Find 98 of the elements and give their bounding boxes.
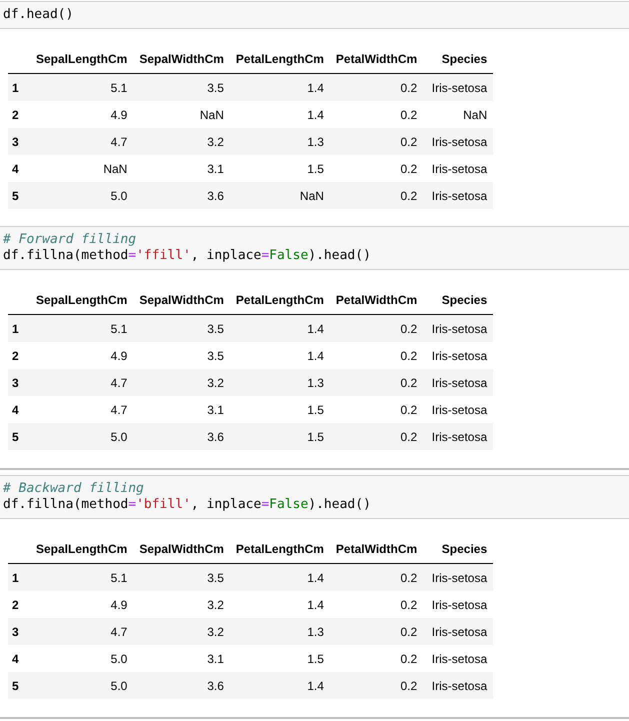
table-cell: Iris-setosa (423, 342, 494, 369)
row-index: 4 (8, 155, 30, 182)
code-line: df.head() (3, 7, 74, 23)
table-cell: NaN (30, 155, 134, 182)
table-cell: Iris-setosa (423, 155, 494, 182)
table-cell: 1.4 (230, 564, 330, 591)
table-cell: 4.9 (30, 342, 134, 369)
table-cell: 5.0 (30, 645, 134, 672)
table-cell: 3.1 (133, 396, 230, 423)
code-cell[interactable]: # Forward filling df.fillna(method='ffill', inplace=False).head() (0, 226, 629, 270)
table-cell: 4.7 (30, 618, 134, 645)
table-cell: 1.3 (230, 369, 330, 396)
code-line: df.fillna(method='ffill', inplace=False).head() (3, 248, 372, 264)
table-cell: Iris-setosa (423, 314, 494, 342)
code-line: # Backward filling (3, 481, 145, 497)
table-cell: Iris-setosa (423, 618, 494, 645)
row-index: 5 (8, 182, 30, 209)
table-cell: 4.9 (30, 101, 134, 128)
table-cell: 1.4 (230, 74, 330, 101)
row-index: 4 (8, 645, 30, 672)
table-cell: 5.0 (30, 182, 134, 209)
table-cell: 0.2 (330, 645, 424, 672)
row-index: 3 (8, 128, 30, 155)
table-cell: 3.5 (133, 314, 230, 342)
table-cell: 1.5 (230, 155, 330, 182)
table-cell: 4.7 (30, 396, 134, 423)
table-cell: 5.0 (30, 423, 134, 450)
table-cell: 3.5 (133, 342, 230, 369)
table-cell: 1.4 (230, 101, 330, 128)
row-index: 4 (8, 396, 30, 423)
table-cell: 0.2 (330, 101, 424, 128)
table-cell: 1.4 (230, 342, 330, 369)
table-cell: 1.4 (230, 591, 330, 618)
table-cell: 0.2 (330, 182, 424, 209)
table-cell: 1.3 (230, 128, 330, 155)
code-cell[interactable]: # Backward filling df.fillna(method='bfill', inplace=False).head() (0, 475, 629, 519)
table-cell: Iris-setosa (423, 128, 494, 155)
table-cell: 3.5 (133, 564, 230, 591)
table-cell: 1.4 (230, 314, 330, 342)
table-cell: NaN (133, 101, 230, 128)
table-cell: 3.6 (133, 672, 230, 699)
row-index: 5 (8, 672, 30, 699)
table-cell: 3.6 (133, 182, 230, 209)
table-cell: 5.1 (30, 564, 134, 591)
table-cell: 0.2 (330, 155, 424, 182)
table-cell: 5.1 (30, 314, 134, 342)
row-index: 2 (8, 342, 30, 369)
table-cell: 0.2 (330, 423, 424, 450)
row-index: 1 (8, 314, 30, 342)
table-cell: 1.4 (230, 672, 330, 699)
row-index: 5 (8, 423, 30, 450)
row-index: 2 (8, 101, 30, 128)
row-index: 1 (8, 564, 30, 591)
table-cell: 3.5 (133, 74, 230, 101)
table-cell: 3.2 (133, 128, 230, 155)
table-cell: Iris-setosa (423, 423, 494, 450)
table-cell: 0.2 (330, 591, 424, 618)
table-cell: 3.1 (133, 645, 230, 672)
table-cell: 0.2 (330, 314, 424, 342)
table-cell: 1.5 (230, 423, 330, 450)
table-cell: NaN (230, 182, 330, 209)
table-cell: 0.2 (330, 128, 424, 155)
table-cell: Iris-setosa (423, 645, 494, 672)
table-cell: 3.6 (133, 423, 230, 450)
table-cell: Iris-setosa (423, 672, 494, 699)
row-index: 1 (8, 74, 30, 101)
table-cell: 0.2 (330, 618, 424, 645)
table-cell: 0.2 (330, 74, 424, 101)
table-cell: 5.1 (30, 74, 134, 101)
table-cell: 0.2 (330, 564, 424, 591)
table-cell: 4.7 (30, 369, 134, 396)
table-cell: 3.2 (133, 618, 230, 645)
table-cell: Iris-setosa (423, 591, 494, 618)
table-cell: 3.2 (133, 369, 230, 396)
table-cell: 0.2 (330, 369, 424, 396)
table-cell: 1.5 (230, 645, 330, 672)
table-cell: 3.1 (133, 155, 230, 182)
table-cell: 0.2 (330, 672, 424, 699)
table-cell: Iris-setosa (423, 564, 494, 591)
table-cell: 1.5 (230, 396, 330, 423)
row-index: 3 (8, 369, 30, 396)
table-cell: 4.9 (30, 591, 134, 618)
table-cell: 1.3 (230, 618, 330, 645)
row-index: 2 (8, 591, 30, 618)
table-cell: 5.0 (30, 672, 134, 699)
table-cell: Iris-setosa (423, 369, 494, 396)
table-cell: 4.7 (30, 128, 134, 155)
table-cell: 0.2 (330, 342, 424, 369)
code-cell[interactable]: df.head() (0, 1, 629, 29)
table-cell: Iris-setosa (423, 74, 494, 101)
code-line: # Forward filling (3, 232, 138, 248)
table-cell: 3.2 (133, 591, 230, 618)
table-cell: NaN (423, 101, 494, 128)
table-cell: Iris-setosa (423, 396, 494, 423)
table-cell: 0.2 (330, 396, 424, 423)
row-index: 3 (8, 618, 30, 645)
code-line: df.fillna(method='bfill', inplace=False).head() (3, 497, 372, 513)
table-cell: Iris-setosa (423, 182, 494, 209)
